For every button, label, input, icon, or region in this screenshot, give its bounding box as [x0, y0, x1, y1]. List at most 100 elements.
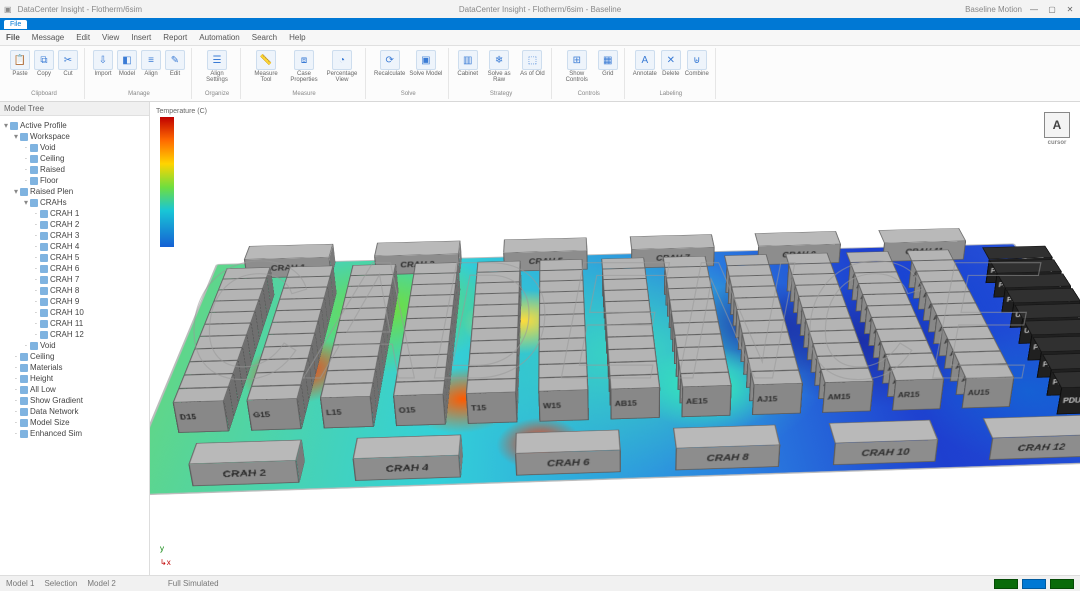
rack-o11[interactable]: O11: [402, 329, 451, 343]
rack-t15[interactable]: T15: [466, 378, 517, 393]
rack-am10[interactable]: AM10: [802, 306, 851, 319]
rack-d15[interactable]: D15: [173, 387, 229, 403]
rack-t8[interactable]: T8: [474, 293, 520, 305]
rack-l12[interactable]: L12: [330, 344, 381, 358]
tree-node-height[interactable]: ·Height: [2, 373, 147, 384]
rack-l11[interactable]: L11: [333, 331, 383, 345]
rack-am5[interactable]: AM5: [785, 253, 831, 264]
rack-w9[interactable]: W9: [539, 302, 585, 315]
rack-au7[interactable]: AU7: [916, 270, 965, 282]
rack-l5[interactable]: L5: [350, 264, 396, 276]
pdu-ups02[interactable]: UPS02: [1014, 303, 1080, 319]
rack-d12[interactable]: D12: [189, 347, 243, 361]
status-chip-1[interactable]: [994, 579, 1018, 589]
ribbon-button-align-settings[interactable]: ☰Align Settings: [200, 50, 234, 83]
ribbon-tab-search[interactable]: Search: [252, 33, 277, 42]
ribbon-tab-report[interactable]: Report: [163, 33, 187, 42]
rack-au5[interactable]: AU5: [906, 250, 953, 261]
ribbon-tab-file[interactable]: File: [6, 33, 20, 42]
tree-node-floor[interactable]: ·Floor: [2, 175, 147, 186]
tree-node-ceiling[interactable]: ·Ceiling: [2, 351, 147, 362]
rack-t13[interactable]: T13: [468, 352, 517, 366]
rack-g7[interactable]: G7: [279, 287, 328, 299]
rack-ar13[interactable]: AR13: [880, 340, 933, 354]
rack-d5[interactable]: D5: [222, 267, 270, 279]
crah-4[interactable]: CRAH 4: [353, 435, 462, 459]
rack-aj15[interactable]: AJ15: [750, 370, 803, 385]
status-tab-model-1[interactable]: Model 1: [6, 579, 34, 588]
tree-node-materials[interactable]: ·Materials: [2, 362, 147, 373]
tree-node-crah-5[interactable]: ·CRAH 5: [2, 252, 147, 263]
crah-5[interactable]: CRAH 5: [503, 237, 587, 252]
rack-au15[interactable]: AU15: [959, 364, 1014, 379]
ribbon-tab-edit[interactable]: Edit: [76, 33, 90, 42]
rack-w12[interactable]: W12: [539, 338, 587, 352]
rack-d13[interactable]: D13: [184, 360, 239, 375]
rack-ae6[interactable]: AE6: [664, 266, 709, 278]
tree-node-crah-6[interactable]: ·CRAH 6: [2, 263, 147, 274]
rack-l15[interactable]: L15: [320, 383, 374, 398]
rack-ab10[interactable]: AB10: [605, 312, 652, 325]
ribbon-tab-automation[interactable]: Automation: [199, 33, 239, 42]
rack-l6[interactable]: L6: [347, 274, 394, 286]
ribbon-button-edit[interactable]: ✎Edit: [165, 50, 185, 77]
rack-aj5[interactable]: AJ5: [724, 254, 769, 265]
rack-ar8[interactable]: AR8: [858, 282, 907, 294]
ribbon-button-import[interactable]: ⇩Import: [93, 50, 113, 77]
rack-o6[interactable]: O6: [412, 273, 458, 285]
rack-ar10[interactable]: AR10: [866, 305, 916, 318]
crah-12[interactable]: CRAH 12: [983, 415, 1080, 438]
tree-node-void[interactable]: ·Void: [2, 142, 147, 153]
ribbon-button-delete[interactable]: ✕Delete: [661, 50, 681, 77]
ribbon-button-copy[interactable]: ⧉Copy: [34, 50, 54, 77]
tree-node-all-low[interactable]: ·All Low: [2, 384, 147, 395]
rack-t6[interactable]: T6: [476, 271, 521, 283]
rack-ae8[interactable]: AE8: [667, 288, 714, 300]
tree-node-raised[interactable]: ·Raised: [2, 164, 147, 175]
rack-ae10[interactable]: AE10: [671, 310, 719, 323]
tree-node-crah-2[interactable]: ·CRAH 2: [2, 219, 147, 230]
rack-ab12[interactable]: AB12: [607, 336, 656, 350]
tree-node-crah-4[interactable]: ·CRAH 4: [2, 241, 147, 252]
rack-w5[interactable]: W5: [539, 259, 583, 270]
file-tab[interactable]: File: [4, 20, 27, 29]
tree-node-crah-10[interactable]: ·CRAH 10: [2, 307, 147, 318]
crah-7[interactable]: CRAH 7: [630, 234, 715, 249]
rack-d6[interactable]: D6: [218, 278, 267, 290]
rack-w7[interactable]: W7: [539, 280, 584, 292]
rack-am9[interactable]: AM9: [798, 295, 847, 308]
rack-g5[interactable]: G5: [286, 266, 333, 278]
ribbon-button-align[interactable]: ≡Align: [141, 50, 161, 77]
ribbon-button-annotate[interactable]: AAnnotate: [633, 50, 657, 77]
rack-w15[interactable]: W15: [538, 376, 588, 391]
rack-o7[interactable]: O7: [410, 283, 456, 295]
close-button[interactable]: ✕: [1064, 5, 1076, 14]
rack-l9[interactable]: L9: [339, 308, 388, 321]
rack-aj13[interactable]: AJ13: [744, 344, 795, 358]
rack-d8[interactable]: D8: [209, 300, 259, 313]
tree-node-show-gradient[interactable]: ·Show Gradient: [2, 395, 147, 406]
rack-ar11[interactable]: AR11: [871, 316, 922, 329]
rack-am15[interactable]: AM15: [820, 368, 873, 383]
pdu-pdu-01b[interactable]: PDU 01B: [990, 259, 1062, 273]
tree-node-crah-9[interactable]: ·CRAH 9: [2, 296, 147, 307]
minimize-button[interactable]: —: [1028, 5, 1040, 14]
rack-o13[interactable]: O13: [398, 354, 449, 368]
rack-g8[interactable]: G8: [275, 298, 324, 311]
ribbon-button-measure-tool[interactable]: 📏Measure Tool: [249, 50, 283, 83]
rack-ar9[interactable]: AR9: [862, 293, 911, 306]
ribbon-button-case-properties[interactable]: ⧈Case Properties: [287, 50, 321, 83]
crah-3[interactable]: CRAH 3: [374, 241, 460, 256]
rack-aj9[interactable]: AJ9: [734, 297, 782, 310]
rack-o9[interactable]: O9: [406, 306, 454, 319]
rack-ab14[interactable]: AB14: [608, 361, 658, 376]
rack-t14[interactable]: T14: [467, 365, 517, 380]
rack-aj7[interactable]: AJ7: [729, 275, 776, 287]
status-tab-model-2[interactable]: Model 2: [87, 579, 115, 588]
ribbon-button-combine[interactable]: ⊎Combine: [685, 50, 709, 77]
rack-o8[interactable]: O8: [408, 294, 455, 307]
rack-t5[interactable]: T5: [476, 261, 520, 273]
rack-au13[interactable]: AU13: [948, 338, 1001, 352]
pdu-pdu-03b[interactable]: PDU 03B: [1033, 335, 1080, 352]
rack-au8[interactable]: AU8: [921, 281, 970, 293]
